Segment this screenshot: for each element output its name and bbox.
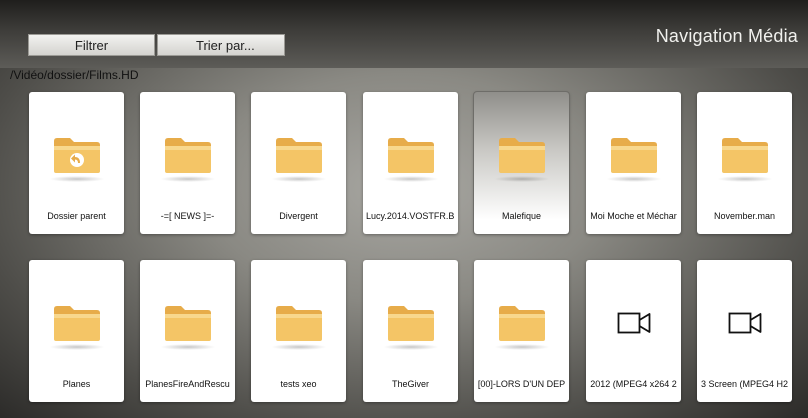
- list-item[interactable]: -=[ NEWS ]=-: [140, 92, 235, 234]
- list-item[interactable]: Moi Moche et Méchar: [586, 92, 681, 234]
- icon-shadow: [49, 176, 105, 182]
- item-label: November.man: [713, 211, 776, 221]
- item-label: 3 Screen (MPEG4 H2: [700, 379, 789, 389]
- list-item[interactable]: TheGiver: [363, 260, 458, 402]
- item-label: PlanesFireAndRescu: [145, 379, 230, 389]
- icon-shadow: [383, 344, 439, 350]
- folder-back-icon: [53, 132, 101, 174]
- item-label: tests xeo: [280, 379, 317, 389]
- list-item[interactable]: November.man: [697, 92, 792, 234]
- icon-shadow: [494, 176, 550, 182]
- icon-shadow: [383, 176, 439, 182]
- icon-shadow: [494, 344, 550, 350]
- item-label: -=[ NEWS ]=-: [160, 211, 215, 221]
- sort-by-button[interactable]: Trier par...: [157, 34, 285, 56]
- item-label: 2012 (MPEG4 x264 2: [590, 379, 677, 389]
- icon-shadow: [160, 176, 216, 182]
- top-bar: Filtrer Trier par... Navigation Média: [0, 0, 808, 68]
- item-label: Divergent: [279, 211, 318, 221]
- folder-icon: [498, 132, 546, 174]
- list-item[interactable]: Dossier parent: [29, 92, 124, 234]
- folder-icon: [275, 300, 323, 342]
- list-item[interactable]: 3 Screen (MPEG4 H2: [697, 260, 792, 402]
- folder-icon: [164, 300, 212, 342]
- list-item[interactable]: tests xeo: [251, 260, 346, 402]
- list-item[interactable]: Planes: [29, 260, 124, 402]
- icon-shadow: [271, 344, 327, 350]
- item-label: TheGiver: [391, 379, 429, 389]
- icon-shadow: [717, 176, 773, 182]
- item-label: [00]-LORS D'UN DEP: [477, 379, 566, 389]
- folder-icon: [164, 132, 212, 174]
- folder-icon: [53, 300, 101, 342]
- item-label: Moi Moche et Méchar: [590, 211, 677, 221]
- item-label: Planes: [62, 379, 91, 389]
- list-item[interactable]: 2012 (MPEG4 x264 2: [586, 260, 681, 402]
- breadcrumb: /Vidéo/dossier/Films.HD: [10, 68, 139, 82]
- item-label: Lucy.2014.VOSTFR.Bl: [366, 211, 455, 221]
- folder-icon: [610, 132, 658, 174]
- icon-shadow: [606, 176, 662, 182]
- item-label: Malefique: [501, 211, 542, 221]
- video-camera-icon: [728, 310, 762, 336]
- folder-icon: [387, 132, 435, 174]
- folder-icon: [275, 132, 323, 174]
- video-camera-icon: [617, 310, 651, 336]
- folder-icon: [498, 300, 546, 342]
- icon-shadow: [271, 176, 327, 182]
- media-browser-screen: Filtrer Trier par... Navigation Média /V…: [0, 0, 808, 418]
- icon-shadow: [160, 344, 216, 350]
- page-title: Navigation Média: [655, 26, 798, 46]
- filter-button[interactable]: Filtrer: [28, 34, 155, 56]
- folder-icon: [387, 300, 435, 342]
- list-item[interactable]: Malefique: [473, 91, 570, 235]
- list-item[interactable]: Divergent: [251, 92, 346, 234]
- item-label: Dossier parent: [47, 211, 106, 221]
- icon-shadow: [49, 344, 105, 350]
- list-item[interactable]: Lucy.2014.VOSTFR.Bl: [363, 92, 458, 234]
- list-item[interactable]: [00]-LORS D'UN DEP: [474, 260, 569, 402]
- list-item[interactable]: PlanesFireAndRescu: [140, 260, 235, 402]
- folder-icon: [721, 132, 769, 174]
